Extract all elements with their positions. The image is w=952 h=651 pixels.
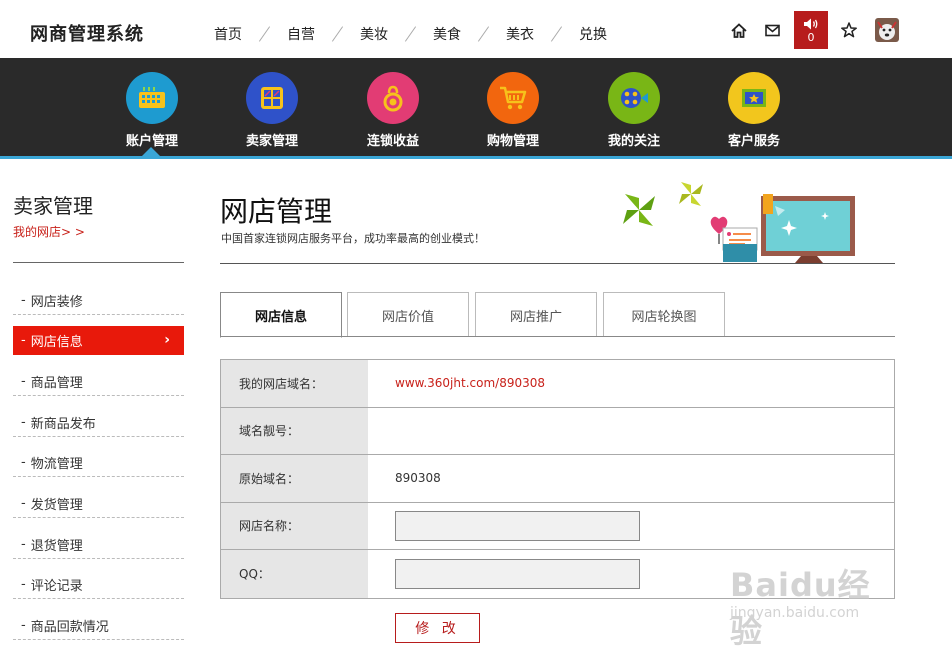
monitor-icon: [761, 194, 855, 263]
bag-icon: [367, 72, 419, 124]
pinwheel-icon: [623, 194, 655, 226]
category-following[interactable]: 我的关注: [594, 72, 674, 149]
sound-count: 0: [807, 30, 815, 44]
category-label: 卖家管理: [245, 134, 298, 149]
form-label: 我的网店域名：: [221, 360, 368, 407]
screen-icon: [728, 72, 780, 124]
sidebar-divider: [13, 262, 184, 263]
home-icon[interactable]: [728, 19, 750, 41]
sidebar-item-label: 发货管理: [30, 497, 83, 513]
header-divider: [220, 263, 895, 264]
form-label: 原始域名：: [221, 455, 368, 502]
category-label: 购物管理: [486, 134, 539, 149]
top-nav: 首页 自营 美妆 美食 美衣 兑换: [214, 24, 607, 44]
form-label: QQ：: [221, 550, 368, 598]
sidebar-item-product-management[interactable]: - 商品管理: [13, 367, 184, 396]
top-bar: 网商管理系统 首页 自营 美妆 美食 美衣 兑换 0: [0, 0, 952, 58]
avatar[interactable]: [875, 18, 899, 42]
category-shopping[interactable]: 购物管理: [473, 72, 553, 149]
watermark: Baidu经验 jingyan.baidu.com: [730, 560, 900, 650]
category-label: 客户服务: [727, 134, 780, 149]
modify-button[interactable]: 修 改: [395, 613, 480, 643]
form-row-shop-name: 网店名称：: [221, 502, 894, 550]
original-domain-value: 890308: [395, 471, 441, 486]
sidebar-item-label: 商品管理: [30, 375, 83, 391]
form-row-domain: 我的网店域名： www.360jht.com/890308: [221, 360, 894, 408]
category-bar: 账户管理 卖家管理 连锁收益 购物管理 我的关注 客户服务: [0, 58, 952, 156]
category-label: 我的关注: [607, 134, 660, 149]
nav-clothing[interactable]: 美衣: [506, 24, 534, 44]
tab-underline: [220, 336, 895, 337]
grid-icon: [246, 72, 298, 124]
mail-icon[interactable]: [761, 19, 783, 41]
nav-home[interactable]: 首页: [214, 24, 242, 44]
sidebar-item-label: 网店信息: [30, 335, 83, 350]
sidebar-item-new-product[interactable]: - 新商品发布: [13, 408, 184, 437]
sidebar-item-label: 网店装修: [30, 294, 83, 310]
sidebar-item-returns[interactable]: - 退货管理: [13, 530, 184, 559]
sidebar-item-logistics[interactable]: - 物流管理: [13, 448, 184, 477]
tab-shop-promotion[interactable]: 网店推广: [475, 292, 597, 337]
qq-input[interactable]: [395, 558, 640, 589]
card-icon: [722, 227, 758, 262]
premium-domain-value: [368, 408, 894, 455]
sidebar-item-label: 商品回款情况: [30, 619, 109, 635]
sidebar-item-shop-info[interactable]: - 网店信息 ›: [13, 326, 184, 355]
form-label: 域名靓号：: [221, 407, 368, 454]
sidebar-item-shop-decoration[interactable]: - 网店装修: [13, 286, 184, 315]
sidebar-title: 卖家管理: [13, 194, 93, 218]
brand-title: 网商管理系统: [30, 24, 144, 45]
sidebar-item-label: 评论记录: [30, 578, 83, 594]
star-icon[interactable]: [838, 19, 860, 41]
sidebar-item-shipping[interactable]: - 发货管理: [13, 489, 184, 518]
speaker-icon: [804, 18, 818, 29]
tab-shop-carousel[interactable]: 网店轮换图: [603, 292, 725, 337]
nav-self-operated[interactable]: 自营: [287, 24, 315, 44]
sidebar-item-reviews[interactable]: - 评论记录: [13, 570, 184, 599]
watermark-url: jingyan.baidu.com: [730, 605, 860, 621]
sidebar-item-label: 退货管理: [30, 538, 83, 554]
form-row-premium-domain: 域名靓号：: [221, 407, 894, 455]
category-bar-underline: [0, 156, 952, 159]
nav-separator: [404, 26, 417, 42]
cart-icon: [487, 72, 539, 124]
keyboard-icon: [126, 72, 178, 124]
shop-name-input[interactable]: [395, 510, 640, 541]
header-illustration: [623, 182, 855, 263]
page-title: 网店管理: [220, 195, 333, 228]
sidebar-breadcrumb-link[interactable]: 我的网店> >: [13, 223, 184, 240]
tab-shop-info[interactable]: 网店信息: [220, 292, 342, 338]
sidebar-item-label: 新商品发布: [30, 416, 96, 432]
nav-separator: [550, 26, 563, 42]
category-label: 连锁收益: [366, 134, 419, 149]
chevron-right-icon: ›: [164, 332, 170, 348]
nav-exchange[interactable]: 兑换: [579, 24, 607, 44]
sidebar-item-payments[interactable]: - 商品回款情况: [13, 611, 184, 640]
category-account[interactable]: 账户管理: [112, 72, 192, 149]
category-chain-income[interactable]: 连锁收益: [353, 72, 433, 149]
active-category-caret: [142, 147, 160, 156]
tab-shop-value[interactable]: 网店价值: [347, 292, 469, 337]
nav-food[interactable]: 美食: [433, 24, 461, 44]
category-seller[interactable]: 卖家管理: [232, 72, 312, 149]
sidebar-item-label: 物流管理: [30, 456, 83, 472]
sidebar: 卖家管理 我的网店> >: [13, 190, 184, 263]
shop-domain-link[interactable]: www.360jht.com/890308: [368, 360, 894, 407]
nav-beauty[interactable]: 美妆: [360, 24, 388, 44]
top-icons: 0: [728, 11, 899, 49]
sound-button[interactable]: 0: [794, 11, 828, 49]
eye-icon: [608, 72, 660, 124]
form-label: 网店名称：: [221, 502, 368, 549]
nav-separator: [331, 26, 344, 42]
pinwheel-icon: [679, 182, 703, 206]
nav-separator: [477, 26, 490, 42]
category-service[interactable]: 客户服务: [714, 72, 794, 149]
nav-separator: [258, 26, 271, 42]
form-row-original-domain: 原始域名： 890308: [221, 455, 894, 503]
page-subtitle: 中国首家连锁网店服务平台，成功率最高的创业模式！: [221, 232, 485, 245]
